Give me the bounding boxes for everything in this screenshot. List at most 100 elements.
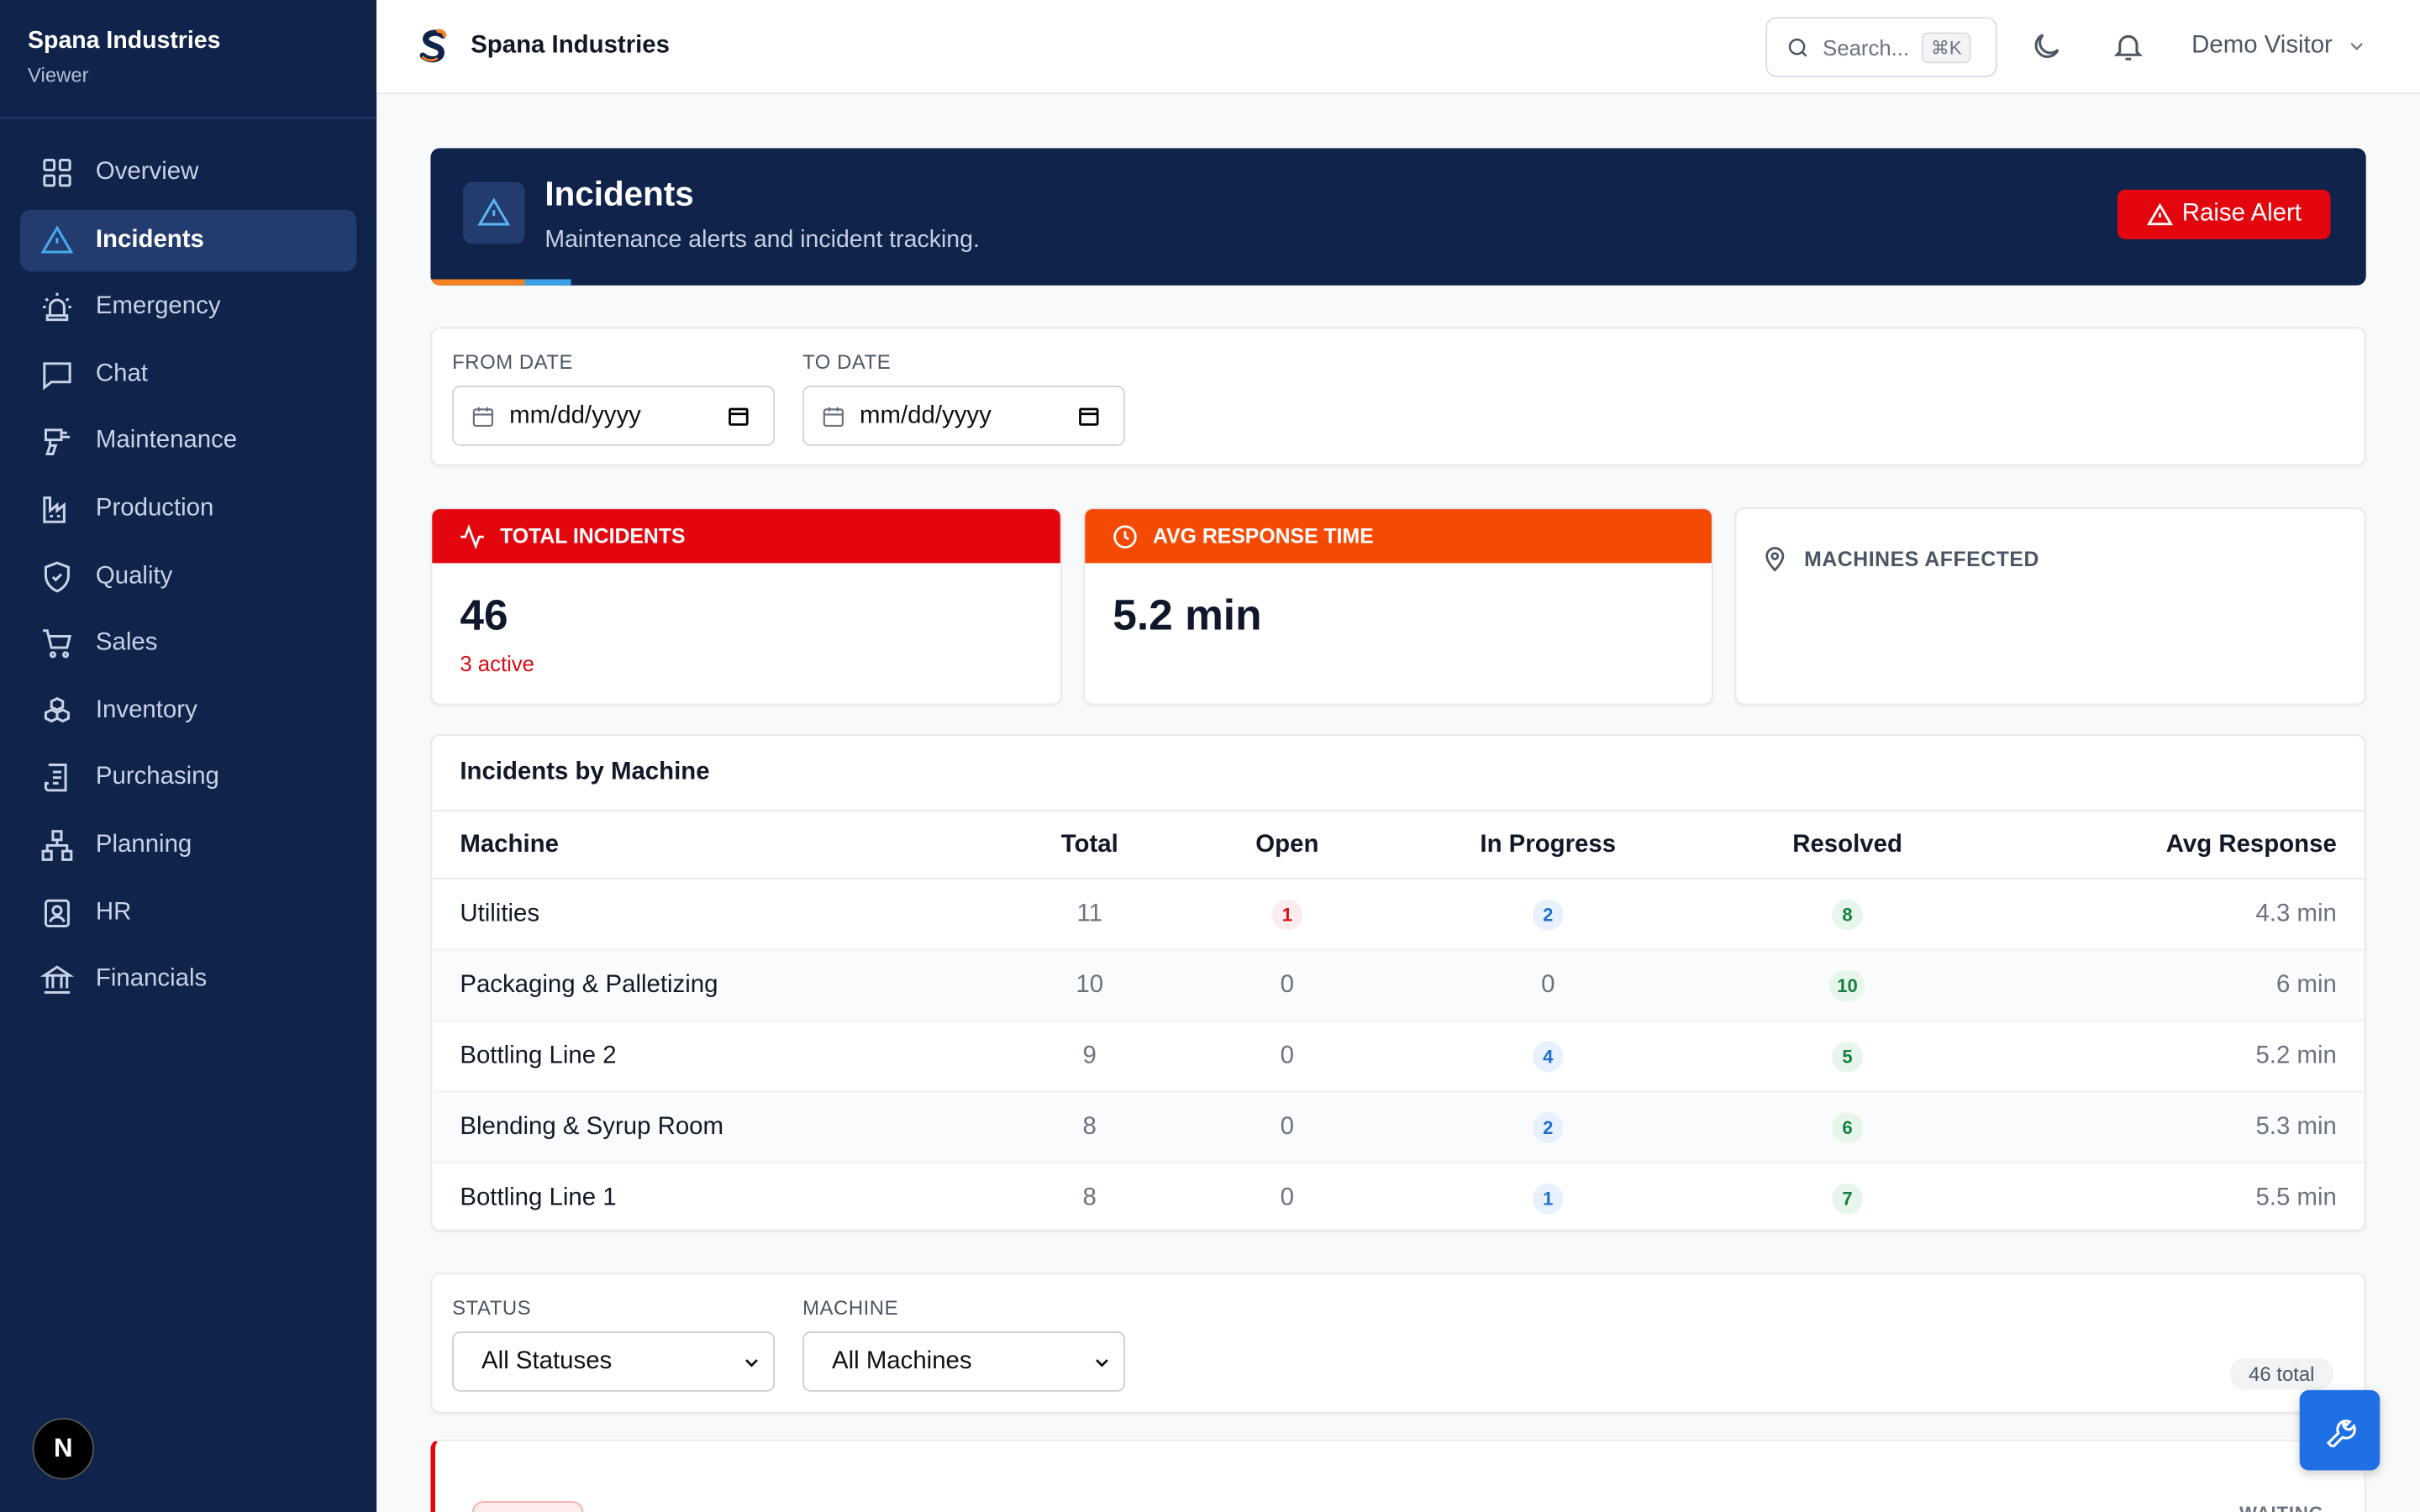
open-count: 0 bbox=[1280, 1113, 1295, 1140]
status-select[interactable]: All Statuses bbox=[452, 1331, 776, 1392]
from-date-value: mm/dd/yyyy bbox=[509, 402, 641, 428]
page-header-icon-box bbox=[463, 181, 525, 244]
sidebar-item-overview[interactable]: Overview bbox=[20, 142, 356, 203]
incident-status: WAITING bbox=[2239, 1503, 2324, 1512]
shield-check-icon bbox=[44, 560, 70, 592]
sidebar-item-inventory[interactable]: Inventory bbox=[20, 680, 356, 742]
sidebar-item-purchasing[interactable]: Purchasing bbox=[20, 748, 356, 809]
total-count: 9 bbox=[1082, 1042, 1097, 1068]
date-filter-card: FROM DATE mm/dd/yyyy TO DATE mm/dd/yyyy bbox=[430, 327, 2366, 466]
sidebar-header: Spana Industries Viewer bbox=[0, 0, 377, 119]
chevron-down-icon bbox=[745, 1358, 758, 1367]
search-button[interactable]: Search... ⌘K bbox=[1765, 17, 1997, 77]
to-date-input[interactable]: mm/dd/yyyy bbox=[802, 386, 1125, 446]
total-count: 8 bbox=[1082, 1184, 1097, 1211]
total-incidents-card: TOTAL INCIDENTS 46 3 active bbox=[430, 507, 1062, 706]
incident-total-badge: 46 total bbox=[2230, 1357, 2333, 1390]
open-count: 0 bbox=[1280, 1184, 1295, 1211]
raise-alert-button[interactable]: Raise Alert bbox=[2118, 189, 2331, 239]
machine-select[interactable]: All Machines bbox=[802, 1331, 1125, 1392]
topbar: Spana Industries Search... ⌘K Demo Visit… bbox=[376, 0, 2420, 95]
incidents-by-machine-card: Incidents by Machine Machine Total Open … bbox=[430, 734, 2366, 1234]
table-row[interactable]: Bottling Line 2 9 0 4 5 5.2 min bbox=[432, 1021, 2365, 1093]
notifications-button[interactable] bbox=[2112, 29, 2145, 71]
sidebar-item-hr[interactable]: HR bbox=[20, 882, 356, 943]
alert-triangle-icon bbox=[2146, 202, 2173, 225]
sidebar-item-label: Quality bbox=[95, 562, 173, 589]
table-row[interactable]: Bottling Line 1 8 0 1 7 5.5 min bbox=[432, 1163, 2365, 1234]
sidebar-company-name: Spana Industries bbox=[28, 28, 221, 55]
incident-filter-card: STATUS All Statuses MACHINE All Machines… bbox=[430, 1273, 2366, 1414]
sidebar-item-quality[interactable]: Quality bbox=[20, 545, 356, 606]
theme-toggle-button[interactable] bbox=[2029, 29, 2063, 71]
avg-response-cell: 5.5 min bbox=[2255, 1184, 2337, 1211]
sidebar-item-label: Planning bbox=[95, 831, 192, 858]
siren-icon bbox=[43, 293, 71, 322]
sidebar-item-label: Purchasing bbox=[95, 764, 219, 791]
page-subtitle: Maintenance alerts and incident tracking… bbox=[544, 227, 980, 254]
search-shortcut: ⌘K bbox=[1921, 31, 1971, 63]
in-progress-count: 0 bbox=[1541, 971, 1555, 998]
calendar-picker-icon[interactable] bbox=[1077, 404, 1101, 428]
chevron-down-icon bbox=[1096, 1358, 1108, 1367]
sidebar-item-label: Chat bbox=[95, 360, 148, 387]
column-header-machine: Machine bbox=[460, 831, 559, 858]
to-date-label: TO DATE bbox=[802, 349, 892, 374]
sidebar-item-label: Financials bbox=[95, 966, 208, 993]
total-count: 10 bbox=[1076, 971, 1104, 998]
from-date-input[interactable]: mm/dd/yyyy bbox=[452, 386, 776, 446]
avg-response-cell: 5.3 min bbox=[2255, 1113, 2337, 1140]
calendar-picker-icon[interactable] bbox=[727, 404, 750, 428]
resolved-count-badge: 8 bbox=[1832, 898, 1863, 930]
user-menu[interactable]: Demo Visitor bbox=[2191, 33, 2368, 60]
chevron-down-icon bbox=[2351, 43, 2364, 50]
resolved-count-badge: 7 bbox=[1832, 1183, 1863, 1215]
sidebar-item-label: Emergency bbox=[95, 293, 221, 320]
total-incidents-header: TOTAL INCIDENTS bbox=[432, 509, 1060, 564]
user-name: Demo Visitor bbox=[2191, 32, 2333, 59]
topbar-title: Spana Industries bbox=[471, 32, 670, 59]
total-count: 11 bbox=[1076, 900, 1102, 927]
framework-badge[interactable]: N bbox=[32, 1417, 95, 1480]
sidebar-item-financials[interactable]: Financials bbox=[20, 949, 356, 1011]
active-incidents-count: 3 active bbox=[460, 651, 534, 676]
table-row[interactable]: Utilities 11 1 2 8 4.3 min bbox=[432, 879, 2365, 951]
sidebar-item-sales[interactable]: Sales bbox=[20, 612, 356, 674]
to-date-value: mm/dd/yyyy bbox=[860, 402, 992, 428]
avg-response-label: AVG RESPONSE TIME bbox=[1153, 524, 1374, 549]
sidebar-item-production[interactable]: Production bbox=[20, 478, 356, 539]
avg-response-value: 5.2 min bbox=[1113, 591, 1262, 639]
table-row[interactable]: Packaging & Palletizing 10 0 0 10 6 min bbox=[432, 950, 2365, 1021]
machine-name: Packaging & Palletizing bbox=[460, 971, 718, 998]
sidebar-item-planning[interactable]: Planning bbox=[20, 815, 356, 876]
in-progress-count-badge: 2 bbox=[1532, 1111, 1564, 1143]
column-header-resolved: Resolved bbox=[1792, 831, 1902, 858]
sidebar-item-emergency[interactable]: Emergency bbox=[20, 276, 356, 338]
avg-response-cell: 4.3 min bbox=[2255, 900, 2337, 927]
table-header: Machine Total Open In Progress Resolved … bbox=[432, 810, 2365, 879]
chat-icon bbox=[43, 361, 71, 391]
maintenance-tool-button[interactable] bbox=[2299, 1389, 2381, 1471]
sidebar-item-chat[interactable]: Chat bbox=[20, 344, 356, 405]
total-count: 8 bbox=[1082, 1113, 1097, 1140]
incident-card[interactable]: WAITING bbox=[430, 1439, 2366, 1512]
sidebar-item-maintenance[interactable]: Maintenance bbox=[20, 411, 356, 472]
calendar-icon bbox=[823, 406, 844, 427]
sidebar-item-label: HR bbox=[95, 898, 132, 926]
table-row[interactable]: Blending & Syrup Room 8 0 2 6 5.3 min bbox=[432, 1092, 2365, 1163]
machine-name: Utilities bbox=[460, 900, 540, 927]
sidebar: Spana Industries Viewer Overview Inciden… bbox=[0, 0, 377, 1512]
alert-triangle-icon bbox=[40, 224, 74, 253]
total-incidents-label: TOTAL INCIDENTS bbox=[500, 524, 686, 549]
avg-response-cell: 6 min bbox=[2275, 971, 2337, 998]
sidebar-item-incidents[interactable]: Incidents bbox=[19, 209, 357, 271]
incidents-by-machine-title: Incidents by Machine bbox=[460, 759, 710, 785]
accent-bar-orange bbox=[430, 279, 525, 286]
sidebar-item-label: Inventory bbox=[95, 696, 197, 723]
column-header-avg-response: Avg Response bbox=[2165, 831, 2337, 858]
machine-name: Bottling Line 2 bbox=[460, 1042, 617, 1068]
wrench-icon bbox=[2326, 1420, 2356, 1447]
id-badge-icon bbox=[44, 898, 70, 927]
map-pin-icon bbox=[1765, 547, 1785, 572]
company-logo-icon bbox=[419, 29, 447, 63]
